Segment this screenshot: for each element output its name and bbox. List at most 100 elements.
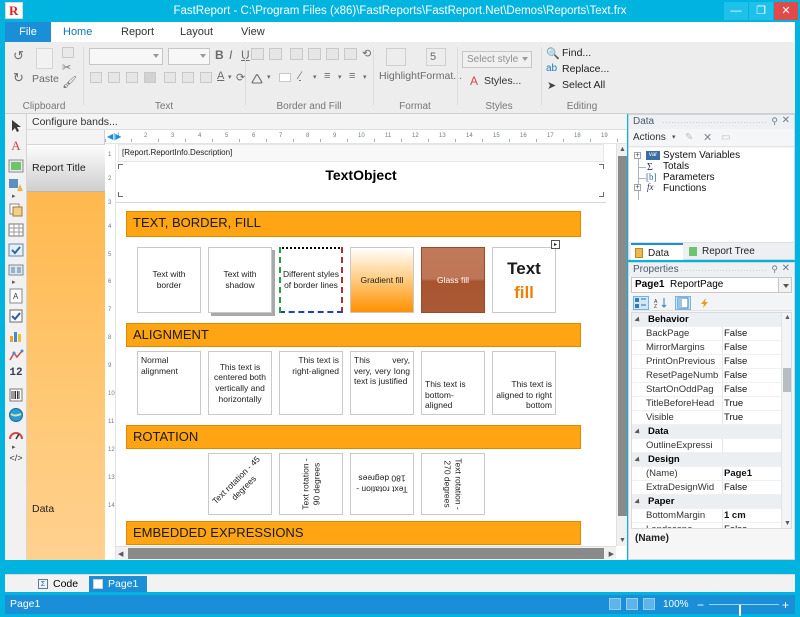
close-icon[interactable]: ✕ [782, 115, 790, 126]
font-color-icon[interactable]: A [217, 70, 224, 82]
tab-report[interactable]: Report [109, 22, 166, 42]
property-value[interactable]: False [724, 341, 789, 355]
text-box-right-bottom[interactable]: This text is aligned to right bottom [492, 351, 556, 415]
zoom-slider-handle[interactable] [739, 605, 741, 616]
align-top-icon[interactable] [164, 72, 176, 83]
section-header-embedded-expressions[interactable]: EMBEDDED EXPRESSIONS [126, 521, 581, 545]
text-box-rotation-180[interactable]: Text rotation - 180 degrees [350, 453, 414, 515]
chevron-down-icon[interactable]: ▾ [672, 133, 676, 141]
highlight-icon[interactable] [386, 48, 406, 66]
checkbox-tool[interactable] [8, 308, 24, 324]
pin-icon[interactable]: ⚲ [771, 116, 778, 127]
tab-layout[interactable]: Layout [168, 22, 225, 42]
zoom-whole-page-icon[interactable] [626, 598, 638, 610]
text-box-normal-alignment[interactable]: Normal alignment [137, 351, 201, 415]
font-size-combo[interactable] [168, 48, 210, 65]
property-value[interactable]: True [724, 411, 789, 425]
chart-tool[interactable] [8, 328, 24, 344]
align-left-icon[interactable] [90, 72, 102, 83]
expander-functions[interactable]: + [634, 184, 641, 191]
find-button[interactable]: Find... [562, 47, 591, 59]
property-value[interactable]: 1 cm [724, 509, 789, 523]
text-box-gradient-fill[interactable]: Gradient fill [350, 247, 414, 313]
close-icon[interactable]: ✕ [782, 263, 790, 274]
property-category-row[interactable]: Behavior [632, 313, 791, 327]
property-row[interactable]: Visible True [632, 411, 791, 425]
properties-button[interactable] [675, 296, 691, 310]
copy-icon[interactable] [62, 47, 74, 58]
border-none-icon[interactable] [344, 48, 357, 60]
text-box-text-fill[interactable]: Text fill ▸ [492, 240, 560, 313]
maximize-button[interactable]: ❐ [749, 2, 773, 20]
property-row[interactable]: PrintOnPrevious False [632, 355, 791, 369]
select-style-combo[interactable]: Select style [462, 51, 532, 68]
select-all-icon[interactable]: ➤ [547, 79, 556, 92]
scroll-up-icon[interactable]: ▲ [619, 146, 626, 153]
text-box-with-border[interactable]: Text with border [137, 247, 201, 313]
tab-report-tree[interactable]: Report Tree [685, 243, 771, 260]
scroll-down-icon[interactable]: ▼ [784, 520, 791, 527]
border-right-icon[interactable] [308, 48, 321, 60]
chevron-down-icon[interactable]: ▾ [228, 73, 232, 81]
tab-view[interactable]: View [229, 22, 277, 42]
picture-tool[interactable] [8, 158, 24, 174]
section-header-rotation[interactable]: ROTATION [126, 425, 581, 449]
property-value[interactable]: False [724, 369, 789, 383]
canvas-hscrollbar[interactable]: ◀ ▶ [116, 546, 616, 559]
dock-tab-page1[interactable]: Page1 [89, 576, 147, 592]
redo-icon[interactable]: ↻ [13, 70, 24, 86]
alphabetical-button[interactable]: AZ [653, 296, 669, 310]
find-icon[interactable]: 🔍 [546, 47, 560, 60]
cut-icon[interactable]: ✂ [62, 61, 71, 74]
border-style-icon[interactable]: ≡ [324, 70, 330, 82]
property-row[interactable]: BottomMargin 1 cm [632, 509, 791, 523]
chevron-down-icon[interactable]: ▾ [338, 73, 342, 81]
dock-tab-code[interactable]: Σ Code [35, 576, 87, 592]
smart-tag-icon[interactable]: ▸ [551, 240, 560, 249]
text-box-right-aligned[interactable]: This text is right-aligned [279, 351, 343, 415]
subreport-tool[interactable] [8, 202, 24, 218]
scroll-down-icon[interactable]: ▼ [619, 537, 626, 544]
replace-icon[interactable]: ab [546, 63, 557, 74]
border-left-icon[interactable] [269, 48, 282, 60]
report-title-band-area[interactable]: [Report.ReportInfo.Description] TextObje… [116, 144, 606, 202]
text-box-justified[interactable]: This very, very, very long text is justi… [350, 351, 414, 415]
border-reset-icon[interactable]: ⟲ [362, 47, 371, 60]
styles-button[interactable]: Styles... [484, 75, 521, 87]
object-selector-combo[interactable]: Page1 ReportPage [631, 277, 792, 293]
checkbox-object-tool[interactable] [8, 242, 24, 258]
band-report-title[interactable]: Report Title [27, 144, 105, 192]
actions-label[interactable]: Actions [633, 132, 666, 143]
properties-scroll-thumb[interactable] [783, 368, 791, 392]
tab-data[interactable]: Data [631, 243, 683, 260]
property-row[interactable]: ResetPageNumb False [632, 369, 791, 383]
rotate-text-icon[interactable]: ⟳ [236, 71, 245, 84]
text-box-with-shadow[interactable]: Text with shadow [208, 247, 272, 313]
section-header-text-border-fill[interactable]: TEXT, BORDER, FILL [126, 211, 581, 237]
property-value[interactable]: True [724, 397, 789, 411]
zoom-out-button[interactable]: − [697, 598, 704, 612]
gauge-tool[interactable] [8, 427, 24, 443]
text-box-glass-fill[interactable]: Glass fill [421, 247, 485, 313]
band-data[interactable]: Data [27, 192, 105, 560]
delete-icon[interactable]: ✕ [703, 131, 712, 144]
property-category-row[interactable]: Data [632, 425, 791, 439]
minimize-button[interactable]: — [724, 2, 748, 20]
property-value[interactable]: False [724, 523, 789, 528]
bold-button[interactable]: B [215, 48, 224, 62]
fill-color-icon[interactable]: 🛆 [251, 70, 263, 91]
scroll-up-icon[interactable]: ▲ [784, 314, 791, 321]
code-tool[interactable]: </> [8, 453, 24, 469]
property-value[interactable]: False [724, 327, 789, 341]
property-value[interactable]: False [724, 481, 789, 495]
zoom-page-width-icon[interactable] [609, 598, 621, 610]
property-row[interactable]: Landscape False [632, 523, 791, 528]
replace-button[interactable]: Replace... [562, 63, 609, 75]
data-band-area[interactable]: TEXT, BORDER, FILL Text with border Text… [116, 203, 606, 546]
hscroll-thumb[interactable] [128, 548, 604, 559]
property-category-row[interactable]: Paper [632, 495, 791, 509]
align-right-icon[interactable] [126, 72, 138, 83]
italic-button[interactable]: I [229, 48, 232, 62]
text-box-rotation-90[interactable]: Text rotation - 90 degrees [279, 453, 343, 515]
pin-icon[interactable]: ⚲ [771, 264, 778, 275]
